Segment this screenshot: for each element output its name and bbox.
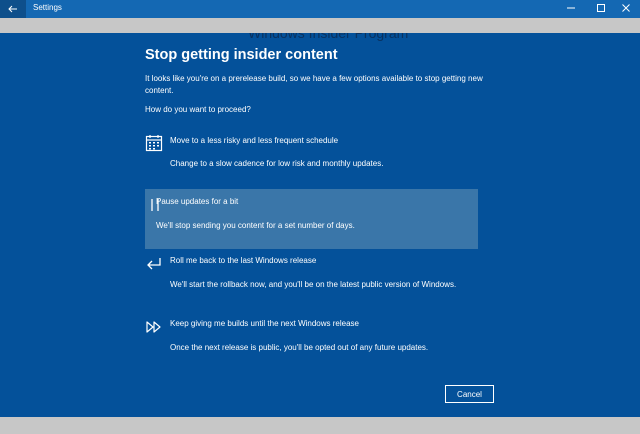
close-icon xyxy=(621,0,631,18)
option-title: Roll me back to the last Windows release xyxy=(170,256,317,265)
option-slow-cadence[interactable]: Move to a less risky and less frequent s… xyxy=(145,131,478,191)
option-until-next-release[interactable]: Keep giving me builds until the next Win… xyxy=(145,316,478,376)
option-rollback[interactable]: Roll me back to the last Windows release… xyxy=(145,253,478,313)
minimize-button[interactable] xyxy=(559,0,583,18)
maximize-icon xyxy=(596,0,606,18)
option-description: We'll stop sending you content for a set… xyxy=(156,221,355,230)
title-bar: Settings xyxy=(0,0,640,18)
back-button[interactable] xyxy=(0,0,26,18)
dialog-intro: It looks like you're on a prerelease bui… xyxy=(145,74,483,95)
calendar-icon xyxy=(145,134,165,154)
rollback-arrow-icon xyxy=(145,257,165,277)
option-description: Change to a slow cadence for low risk an… xyxy=(170,159,384,168)
option-pause-updates[interactable]: Pause updates for a bit We'll stop sendi… xyxy=(145,189,478,249)
minimize-icon xyxy=(566,0,576,18)
option-title: Move to a less risky and less frequent s… xyxy=(170,136,339,145)
maximize-button[interactable] xyxy=(589,0,613,18)
option-title: Pause updates for a bit xyxy=(156,197,239,206)
fast-forward-icon xyxy=(145,320,165,340)
close-button[interactable] xyxy=(614,0,638,18)
stop-insider-dialog: Windows Insider Program Stop getting ins… xyxy=(0,33,640,417)
dialog-question: How do you want to proceed? xyxy=(145,105,251,114)
background-page-title: Windows Insider Program xyxy=(248,33,409,41)
window-title: Settings xyxy=(33,3,62,12)
cancel-button[interactable]: Cancel xyxy=(445,385,494,403)
option-description: We'll start the rollback now, and you'll… xyxy=(170,280,457,289)
back-arrow-icon xyxy=(8,0,18,18)
option-title: Keep giving me builds until the next Win… xyxy=(170,319,359,328)
dialog-title: Stop getting insider content xyxy=(145,47,338,63)
option-description: Once the next release is public, you'll … xyxy=(170,343,429,352)
